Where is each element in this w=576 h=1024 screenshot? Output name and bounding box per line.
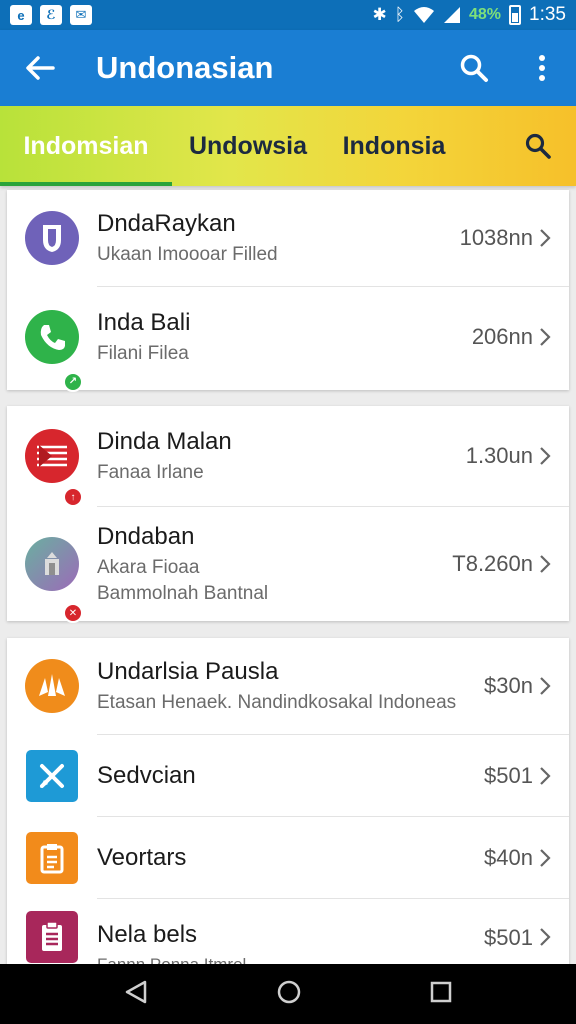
- document-icon: [26, 831, 78, 884]
- item-title: Dndaban: [97, 523, 195, 550]
- message-icon: ✉: [70, 5, 92, 25]
- item-subtitle-2: Bammolnah Bantnal: [97, 583, 269, 604]
- item-title: Sedvcian: [97, 761, 196, 789]
- tab-indonsia[interactable]: Indonsia: [324, 106, 464, 186]
- tools-icon: [26, 749, 78, 802]
- item-subtitle: Filani Filea: [97, 342, 189, 364]
- chevron-right-icon: [539, 911, 569, 947]
- list-item[interactable]: Sedvcian $501: [26, 734, 569, 816]
- chevron-right-icon: [539, 848, 569, 868]
- nav-home-icon[interactable]: [276, 979, 302, 1010]
- tab-indomsian[interactable]: Indomsian: [0, 106, 172, 186]
- item-value: $30n: [484, 673, 533, 698]
- badge-icon: ↑: [63, 487, 83, 507]
- list-item[interactable]: ↑ Dinda Malan Fanaa Irlane 1.30un: [7, 406, 569, 507]
- clock: 1:35: [529, 4, 566, 25]
- chevron-right-icon: [539, 327, 569, 347]
- list-item[interactable]: Veortars $40n: [26, 816, 569, 898]
- item-value: $40n: [484, 844, 533, 870]
- item-subtitle: Akara Fioaa: [97, 557, 200, 578]
- clipboard-icon: [26, 911, 78, 963]
- item-title: DndaRaykan: [97, 210, 236, 237]
- list-card: ↑ Dinda Malan Fanaa Irlane 1.30un ✕ Dnda…: [7, 406, 569, 623]
- wifi-icon: [413, 7, 434, 23]
- status-bar: e ℰ ✉ ✱ ᛒ 48% 1:35: [0, 0, 576, 30]
- item-title: Inda Bali: [97, 308, 191, 336]
- hands-icon: [25, 659, 79, 713]
- item-value: 1.30un: [465, 443, 533, 468]
- item-title: Undarlsia Pausla: [97, 658, 279, 685]
- item-subtitle: Ukaan Imoooar Filled: [97, 244, 278, 265]
- battery-icon: [509, 5, 522, 25]
- e-icon: e: [10, 5, 32, 25]
- item-value: 1038nn: [459, 225, 533, 250]
- item-value: 206nn: [471, 323, 533, 349]
- chevron-right-icon: [539, 554, 569, 574]
- item-subtitle: Fanaa Irlane: [97, 462, 204, 483]
- battery-percent: 48%: [468, 6, 502, 23]
- chevron-right-icon: [539, 766, 569, 786]
- phone-icon: [25, 309, 79, 364]
- item-value: $501: [484, 925, 533, 950]
- tab-search-icon[interactable]: [500, 106, 576, 186]
- list-item[interactable]: ✕ Dndaban Akara Fioaa Bammolnah Bantnal …: [25, 506, 569, 623]
- item-title: Nela bels: [97, 921, 198, 948]
- search-icon[interactable]: [440, 30, 508, 106]
- bluetooth-icon: ✱: [372, 5, 387, 24]
- nav-back-icon[interactable]: [123, 979, 149, 1010]
- back-arrow-icon[interactable]: [0, 30, 80, 106]
- list-item[interactable]: ↗ Inda Bali Filani Filea 206nn: [25, 286, 569, 392]
- page-title: Undonasian: [96, 50, 274, 85]
- item-title: Dinda Malan: [97, 428, 232, 455]
- nav-recents-icon[interactable]: [429, 980, 453, 1009]
- temple-icon: [25, 537, 79, 591]
- signal-icon: [443, 7, 460, 23]
- item-value: $501: [484, 762, 533, 788]
- chevron-right-icon: [539, 446, 569, 466]
- badge-icon: ↗: [63, 371, 83, 392]
- item-subtitle: Etasan Henaek. Nandindkosakal Indoneas: [97, 692, 457, 713]
- list-item[interactable]: Undarlsia Pausla Etasan Henaek. Nandindk…: [7, 638, 569, 734]
- list-item[interactable]: DndaRaykan Ukaan Imoooar Filled 1038nn: [7, 190, 569, 286]
- item-value: T8.260n: [452, 551, 533, 576]
- list-card: DndaRaykan Ukaan Imoooar Filled 1038nn ↗…: [7, 190, 569, 392]
- navigation-bar: [0, 964, 576, 1024]
- vibrate-icon: ᛒ: [394, 5, 405, 24]
- more-options-icon[interactable]: [508, 30, 576, 106]
- list-card: Undarlsia Pausla Etasan Henaek. Nandindk…: [7, 638, 569, 978]
- shield-icon: [25, 211, 79, 265]
- app-bar: Undonasian: [0, 30, 576, 106]
- item-title: Veortars: [97, 843, 187, 871]
- tab-undowsia[interactable]: Undowsia: [172, 106, 324, 186]
- chevron-right-icon: [539, 676, 569, 696]
- dj-icon: ℰ: [40, 5, 62, 25]
- chevron-right-icon: [539, 228, 569, 248]
- flag-icon: [25, 429, 79, 483]
- tab-bar: Indomsian Undowsia Indonsia: [0, 106, 576, 186]
- badge-icon: ✕: [63, 603, 83, 623]
